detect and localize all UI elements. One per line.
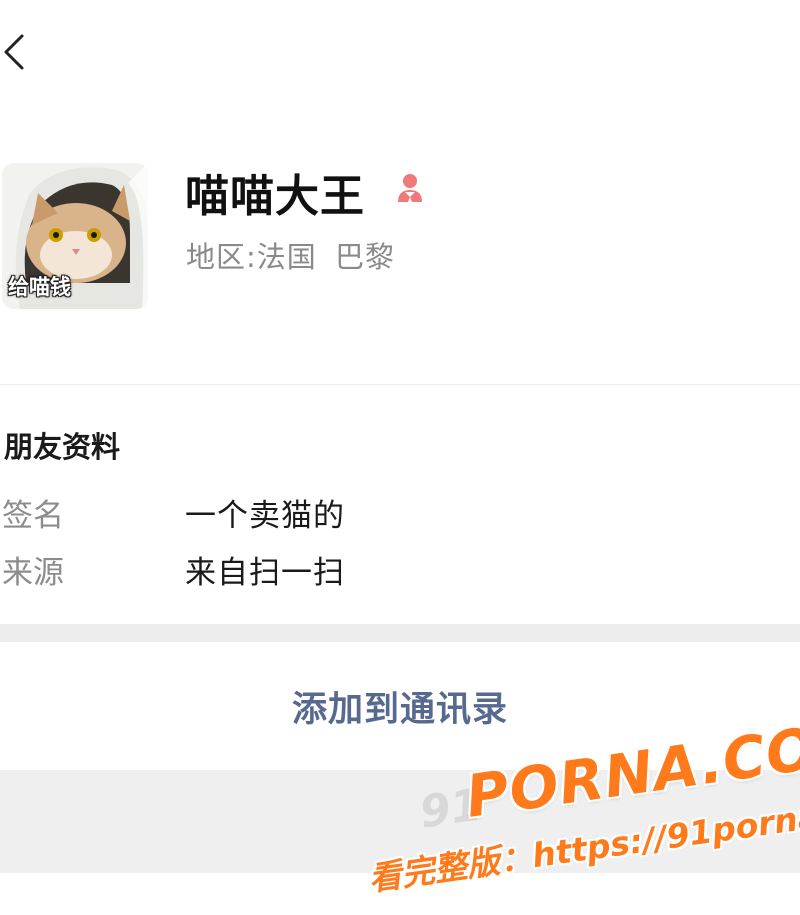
back-button[interactable]: [0, 28, 40, 76]
section-title: 朋友资料: [4, 430, 121, 464]
row-value: 来自扫一扫: [185, 555, 345, 591]
region-country: 法国: [256, 240, 317, 274]
row-label: 签名: [2, 498, 64, 534]
add-to-contacts-button[interactable]: 添加到通讯录: [0, 642, 800, 770]
add-to-contacts-label: 添加到通讯录: [291, 689, 508, 730]
row-label: 来源: [2, 555, 64, 591]
contact-name: 喵喵大王: [185, 171, 365, 222]
row-value: 一个卖猫的: [185, 498, 345, 534]
chevron-left-icon: [4, 34, 24, 70]
avatar-caption: 给喵钱: [8, 275, 71, 299]
region-city: 巴黎: [335, 240, 396, 274]
region-info: 地区:法国 巴黎: [186, 234, 395, 276]
detail-row-signature[interactable]: 签名 一个卖猫的: [0, 490, 800, 534]
avatar[interactable]: 给喵钱: [2, 163, 148, 309]
bottom-area: [0, 770, 800, 873]
female-user-icon: [392, 170, 428, 206]
divider: [0, 384, 800, 385]
region-label: 地区:: [186, 240, 257, 274]
section-gap: [0, 624, 800, 642]
detail-row-source[interactable]: 来源 来自扫一扫: [0, 547, 800, 591]
